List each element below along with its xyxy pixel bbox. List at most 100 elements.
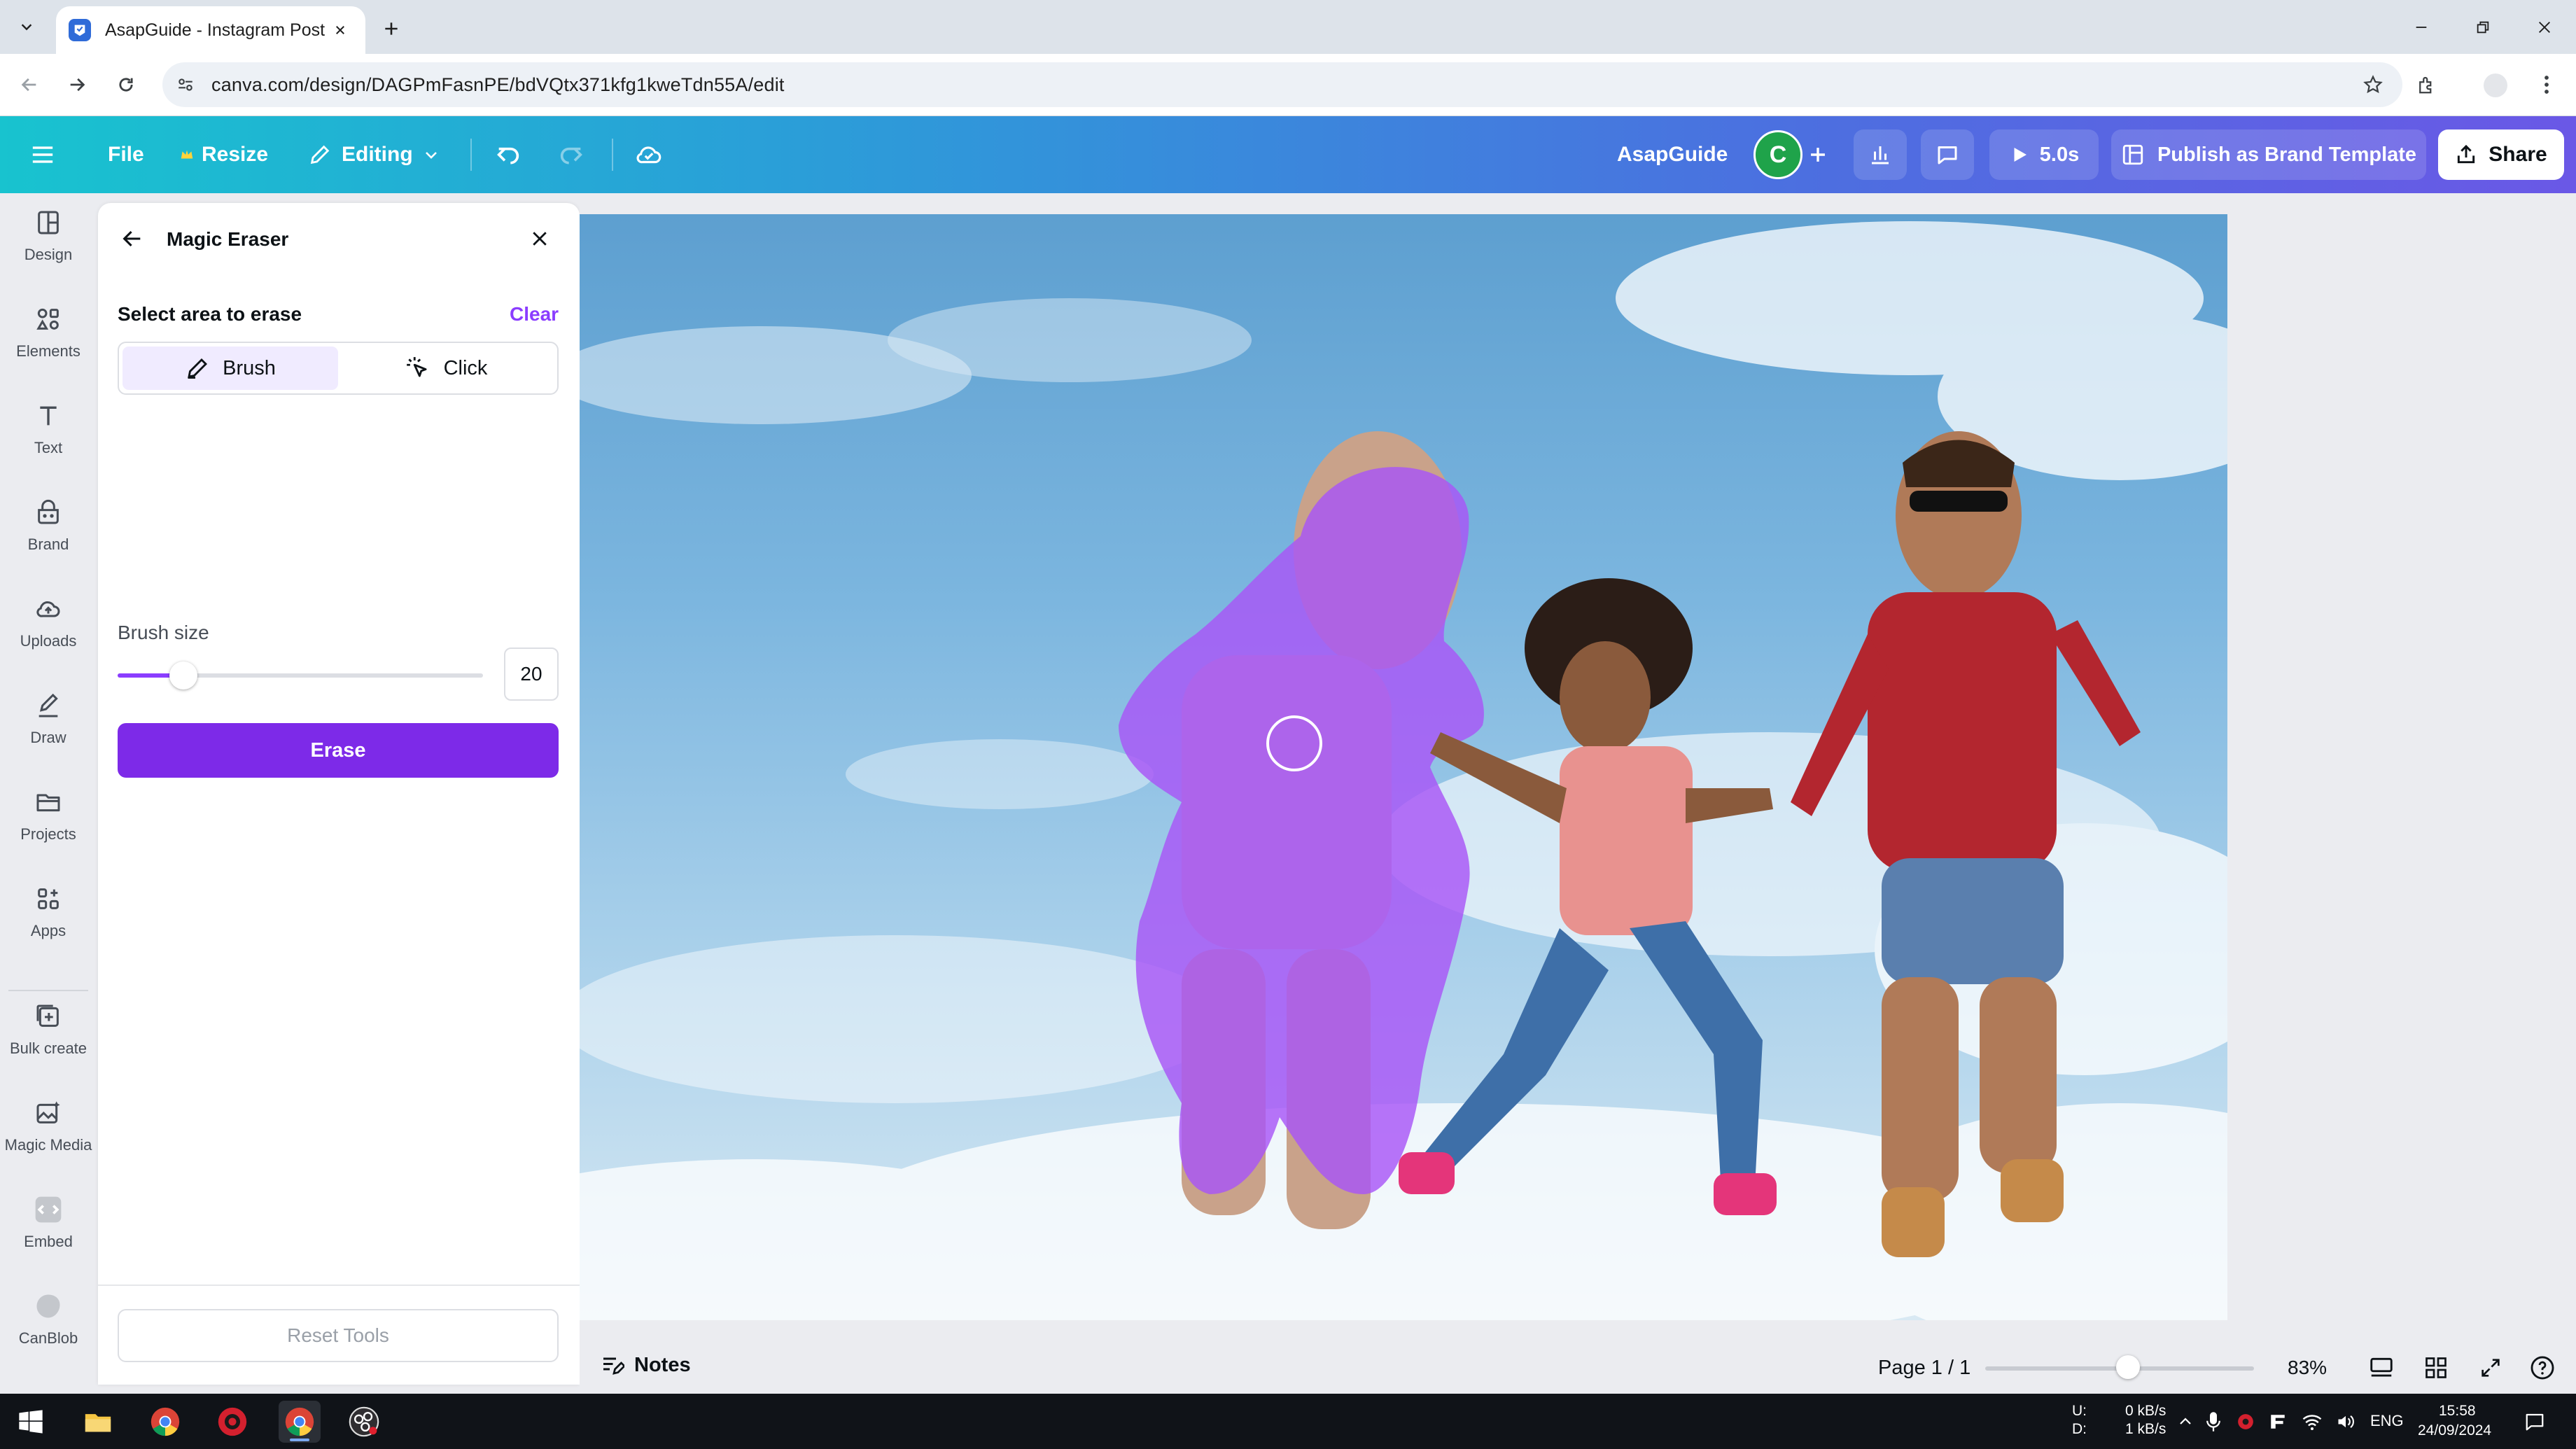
sidebar-item-elements[interactable]: Elements (0, 290, 97, 374)
browser-toolbar: canva.com/design/DAGPmFasnPE/bdVQtx371kf… (0, 54, 2576, 116)
close-window-button[interactable] (2528, 11, 2561, 43)
main-menu-icon[interactable] (31, 116, 55, 193)
click-mode-button[interactable]: Click (338, 346, 554, 390)
fullscreen-icon[interactable] (2477, 1354, 2505, 1382)
redo-button[interactable] (557, 116, 585, 193)
insights-button[interactable] (1854, 130, 1907, 180)
grid-view-icon[interactable] (2422, 1354, 2450, 1382)
notifications-icon[interactable] (2517, 1401, 2552, 1443)
back-arrow-icon[interactable] (115, 221, 150, 256)
publish-label: Publish as Brand Template (2157, 143, 2417, 166)
sidebar-item-text[interactable]: Text (0, 386, 97, 470)
brush-size-slider[interactable] (118, 662, 483, 690)
forward-button[interactable] (60, 68, 94, 102)
tab-close-icon[interactable] (328, 18, 353, 43)
site-settings-icon[interactable] (176, 76, 195, 94)
help-icon[interactable] (2528, 1354, 2556, 1382)
extensions-icon[interactable] (2409, 68, 2443, 102)
language-indicator[interactable]: ENG (2370, 1412, 2404, 1430)
design-page[interactable] (580, 214, 2227, 1320)
brush-mode-button[interactable]: Brush (122, 346, 338, 390)
record-tray-icon[interactable] (2230, 1401, 2261, 1443)
undo-button[interactable] (494, 116, 522, 193)
sidebar-item-draw[interactable]: Draw (0, 676, 97, 760)
sidebar-item-magic-media[interactable]: Magic Media (0, 1084, 97, 1168)
zoom-level[interactable]: 83% (2288, 1357, 2327, 1379)
browser-tab[interactable]: AsapGuide - Instagram Post (56, 6, 365, 54)
windows-start-icon[interactable] (10, 1401, 52, 1443)
restore-button[interactable] (2467, 11, 2499, 43)
clock-date[interactable]: 24/09/2024 (2418, 1422, 2491, 1440)
left-sidebar: Design Elements Text Brand Uploads Draw … (0, 193, 97, 1394)
comments-button[interactable] (1921, 130, 1974, 180)
sidebar-item-uploads[interactable]: Uploads (0, 580, 97, 664)
volume-icon[interactable] (2330, 1401, 2362, 1443)
editor-bottom-bar: Notes Page 1 / 1 83% (580, 1341, 2576, 1394)
reload-button[interactable] (109, 68, 143, 102)
clock-time[interactable]: 15:58 (2439, 1402, 2476, 1420)
erase-button[interactable]: Erase (118, 723, 559, 778)
chrome-active-icon[interactable] (279, 1401, 321, 1443)
slider-thumb[interactable] (169, 662, 197, 690)
obs-icon[interactable] (343, 1401, 385, 1443)
tab-search-button[interactable] (10, 10, 43, 43)
uploads-icon (32, 593, 64, 625)
erase-mode-toggle: Brush Click (118, 342, 559, 395)
microphone-icon[interactable] (2198, 1401, 2229, 1443)
notes-icon (603, 1357, 624, 1375)
wifi-icon[interactable] (2296, 1401, 2328, 1443)
user-avatar[interactable]: C (1754, 130, 1802, 179)
design-title[interactable]: AsapGuide (1617, 116, 1728, 193)
resize-button[interactable]: Resize (179, 116, 268, 193)
sidebar-item-label: Embed (24, 1233, 73, 1250)
record-app-icon[interactable] (211, 1401, 253, 1443)
profile-avatar[interactable] (2484, 74, 2507, 97)
back-button[interactable] (13, 68, 46, 102)
page-indicator[interactable]: Page 1 / 1 (1878, 1357, 1970, 1380)
publish-brand-template-button[interactable]: Publish as Brand Template (2111, 130, 2426, 180)
zoom-slider-thumb[interactable] (2115, 1355, 2140, 1379)
brush-size-input[interactable]: 20 (504, 648, 559, 701)
page-view-icon[interactable] (2367, 1354, 2395, 1382)
sidebar-item-apps[interactable]: Apps (0, 869, 97, 953)
sidebar-item-projects[interactable]: Projects (0, 773, 97, 857)
close-icon[interactable] (522, 221, 557, 256)
notes-label: Notes (634, 1353, 691, 1376)
sidebar-item-canblob[interactable]: CanBlob (0, 1277, 97, 1361)
editing-mode-dropdown[interactable]: Editing (308, 116, 440, 193)
invite-plus-button[interactable] (1806, 116, 1830, 193)
reset-tools-button[interactable]: Reset Tools (118, 1309, 559, 1362)
tray-app-icon[interactable] (2262, 1401, 2293, 1443)
clear-button[interactable]: Clear (510, 303, 559, 326)
chrome-icon[interactable] (144, 1401, 186, 1443)
crown-icon (181, 150, 193, 159)
network-down-label: D: (2072, 1421, 2087, 1437)
zoom-slider[interactable] (1985, 1355, 2254, 1379)
address-bar[interactable]: canva.com/design/DAGPmFasnPE/bdVQtx371kf… (162, 62, 2402, 107)
network-down-speed: 1 kB/s (2125, 1421, 2166, 1437)
sidebar-item-brand[interactable]: Brand (0, 483, 97, 567)
header-divider (612, 139, 613, 171)
sidebar-item-embed[interactable]: Embed (0, 1180, 97, 1264)
sidebar-item-bulk-create[interactable]: Bulk create (0, 987, 97, 1071)
browser-menu-icon[interactable] (2533, 68, 2561, 102)
minimize-button[interactable] (2405, 11, 2437, 43)
file-explorer-icon[interactable] (77, 1401, 119, 1443)
play-icon (2014, 148, 2026, 162)
bookmark-star-icon[interactable] (2358, 69, 2388, 100)
sidebar-item-design[interactable]: Design (0, 193, 97, 277)
cloud-saved-icon[interactable] (634, 116, 664, 193)
projects-icon (32, 786, 64, 818)
file-menu[interactable]: File (108, 116, 144, 193)
notes-button[interactable]: Notes (599, 1352, 691, 1378)
sidebar-item-label: CanBlob (18, 1329, 78, 1347)
sidebar-item-label: Bulk create (9, 1040, 88, 1057)
new-tab-button[interactable] (375, 13, 407, 45)
url-text: canva.com/design/DAGPmFasnPE/bdVQtx371kf… (211, 74, 785, 95)
play-duration: 5.0s (2039, 143, 2080, 166)
undo-icon (497, 147, 519, 164)
share-button[interactable]: Share (2438, 130, 2564, 180)
present-button[interactable]: 5.0s (1989, 130, 2099, 180)
network-up-speed: 0 kB/s (2125, 1403, 2166, 1419)
pencil-icon (310, 145, 330, 164)
